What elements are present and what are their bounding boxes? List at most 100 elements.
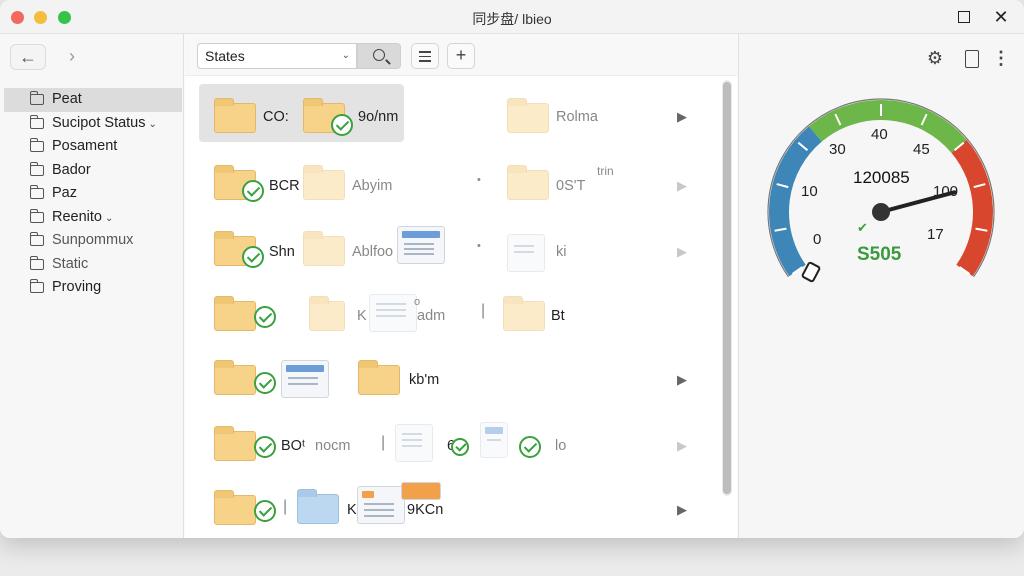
sidebar-item-peat[interactable]: Peat — [4, 88, 182, 112]
scrollbar-thumb[interactable] — [723, 82, 731, 494]
folder-icon — [30, 91, 44, 105]
file-label[interactable]: lo — [555, 438, 566, 454]
chevron-right-icon[interactable]: ▶ — [677, 372, 687, 388]
file-row: BOᵗ nocm | 6 lo ▶ — [185, 404, 715, 466]
app-window: 同步盘/ lbieo ✕ ← › Peat Sucipot Status ⌄ Po… — [0, 0, 1024, 538]
sidebar-item-posament[interactable]: Posament — [0, 135, 184, 159]
sidebar-item-proving[interactable]: Proving — [0, 276, 184, 300]
sidebar-item-label: Proving — [52, 279, 102, 295]
folder-icon — [30, 185, 44, 199]
folder-icon[interactable] — [214, 296, 256, 331]
sidebar-item-bador[interactable]: Bador — [0, 159, 184, 183]
file-label[interactable]: Bt — [551, 308, 565, 324]
sidebar-list: Peat Sucipot Status ⌄ Posament Bador Paz … — [0, 88, 184, 300]
clipboard-icon[interactable] — [961, 48, 981, 68]
document-icon[interactable] — [369, 294, 417, 332]
maximize-icon[interactable] — [955, 8, 973, 26]
file-label[interactable]: 9o/nm — [358, 109, 398, 125]
file-label[interactable]: Shn — [269, 244, 295, 260]
toolbar: States ⌄ + — [185, 34, 737, 76]
folder-icon[interactable] — [507, 98, 549, 133]
folder-icon — [30, 255, 44, 270]
file-label[interactable]: 0S'T — [556, 178, 585, 194]
document-icon[interactable] — [507, 234, 545, 272]
synced-check-icon — [242, 180, 264, 202]
folder-icon[interactable] — [297, 489, 339, 524]
gauge-center-value: 120085 — [853, 168, 910, 187]
add-button[interactable]: + — [447, 43, 475, 69]
synced-check-icon — [451, 438, 469, 456]
chevron-right-icon[interactable]: ▶ — [677, 438, 687, 454]
file-label[interactable]: Ablfoo — [352, 244, 393, 260]
file-label[interactable]: nocm — [315, 438, 350, 454]
sidebar-item-sucipot-status[interactable]: Sucipot Status ⌄ — [0, 112, 184, 136]
gear-icon[interactable]: ⚙ — [925, 48, 945, 68]
gauge-high-segment — [951, 140, 993, 277]
chevron-right-icon[interactable]: ▶ — [677, 502, 687, 518]
forward-button[interactable]: › — [54, 44, 90, 70]
folder-icon[interactable] — [214, 426, 256, 461]
sidebar-item-reenito[interactable]: Reenito ⌄ — [0, 206, 184, 230]
document-icon[interactable] — [480, 422, 508, 458]
column-divider: | — [381, 434, 386, 451]
file-label[interactable]: 9KCn — [407, 502, 443, 518]
list-view-button[interactable] — [411, 43, 439, 69]
synced-check-icon — [254, 436, 276, 458]
file-row: | K 9KCn ▶ — [185, 468, 715, 530]
vertical-scrollbar[interactable] — [722, 80, 732, 496]
folder-icon — [30, 232, 44, 246]
sidebar-item-paz[interactable]: Paz — [0, 182, 184, 206]
gauge-tick-label: 10 — [801, 183, 818, 200]
sidebar-item-label: Peat — [52, 91, 82, 107]
synced-check-icon — [254, 306, 276, 328]
document-icon[interactable] — [397, 226, 445, 264]
file-label[interactable]: BCR — [269, 178, 300, 194]
sidebar-item-label: Paz — [52, 185, 77, 201]
synced-check-icon — [519, 436, 541, 458]
file-label[interactable]: K — [357, 308, 367, 324]
folder-icon[interactable] — [358, 360, 400, 395]
document-icon[interactable] — [281, 360, 329, 398]
file-label[interactable]: kb'm — [409, 372, 439, 388]
gauge-tick-label: 40 — [871, 126, 888, 143]
chevron-right-icon[interactable]: ▶ — [677, 109, 687, 125]
folder-icon[interactable] — [503, 296, 545, 331]
sidebar-item-static[interactable]: Static — [0, 253, 184, 277]
state-filter-select[interactable]: States ⌄ — [197, 43, 357, 69]
file-label[interactable]: adm — [417, 308, 445, 324]
file-label[interactable]: K — [347, 502, 357, 518]
chevron-down-icon[interactable]: ⌄ — [105, 213, 113, 224]
folder-icon[interactable] — [214, 360, 256, 395]
folder-icon[interactable] — [214, 490, 256, 525]
file-label[interactable]: BOᵗ — [281, 438, 305, 454]
file-label[interactable]: CO: — [263, 109, 289, 125]
folder-icon[interactable] — [303, 165, 345, 200]
search-button[interactable] — [357, 43, 401, 69]
folder-icon[interactable] — [507, 165, 549, 200]
folder-icon[interactable] — [309, 296, 345, 331]
folder-icon — [30, 279, 44, 293]
document-icon[interactable] — [401, 482, 441, 500]
folder-icon[interactable] — [214, 98, 256, 133]
file-label[interactable]: ki — [556, 244, 566, 260]
document-icon[interactable] — [395, 424, 433, 462]
file-row: Shn Ablfoo • ki ▶ — [185, 214, 715, 276]
chevron-right-icon[interactable]: ▶ — [677, 178, 687, 194]
chevron-down-icon[interactable]: ⌄ — [149, 119, 157, 130]
document-icon[interactable] — [357, 486, 405, 524]
check-mark-icon: ✔ — [857, 220, 868, 235]
sidebar-item-label: Posament — [52, 138, 118, 154]
chevron-right-icon[interactable]: ▶ — [677, 244, 687, 260]
file-label[interactable]: Rolma — [556, 109, 598, 125]
back-button[interactable]: ← — [10, 44, 46, 70]
folder-icon[interactable] — [303, 231, 345, 266]
file-row: kb'm ▶ — [185, 340, 715, 402]
synced-check-icon — [254, 500, 276, 522]
file-row: CO: 9o/nm Rolma ▶ — [185, 76, 715, 142]
sidebar-item-label: Bador — [52, 161, 91, 178]
sidebar: ← › Peat Sucipot Status ⌄ Posament Bador … — [0, 34, 184, 538]
file-label[interactable]: Abyim — [352, 178, 392, 194]
more-options-icon[interactable]: ⋮ — [991, 48, 1011, 68]
sidebar-item-sunpommux[interactable]: Sunpommux — [0, 229, 184, 253]
close-icon[interactable]: ✕ — [992, 8, 1010, 26]
